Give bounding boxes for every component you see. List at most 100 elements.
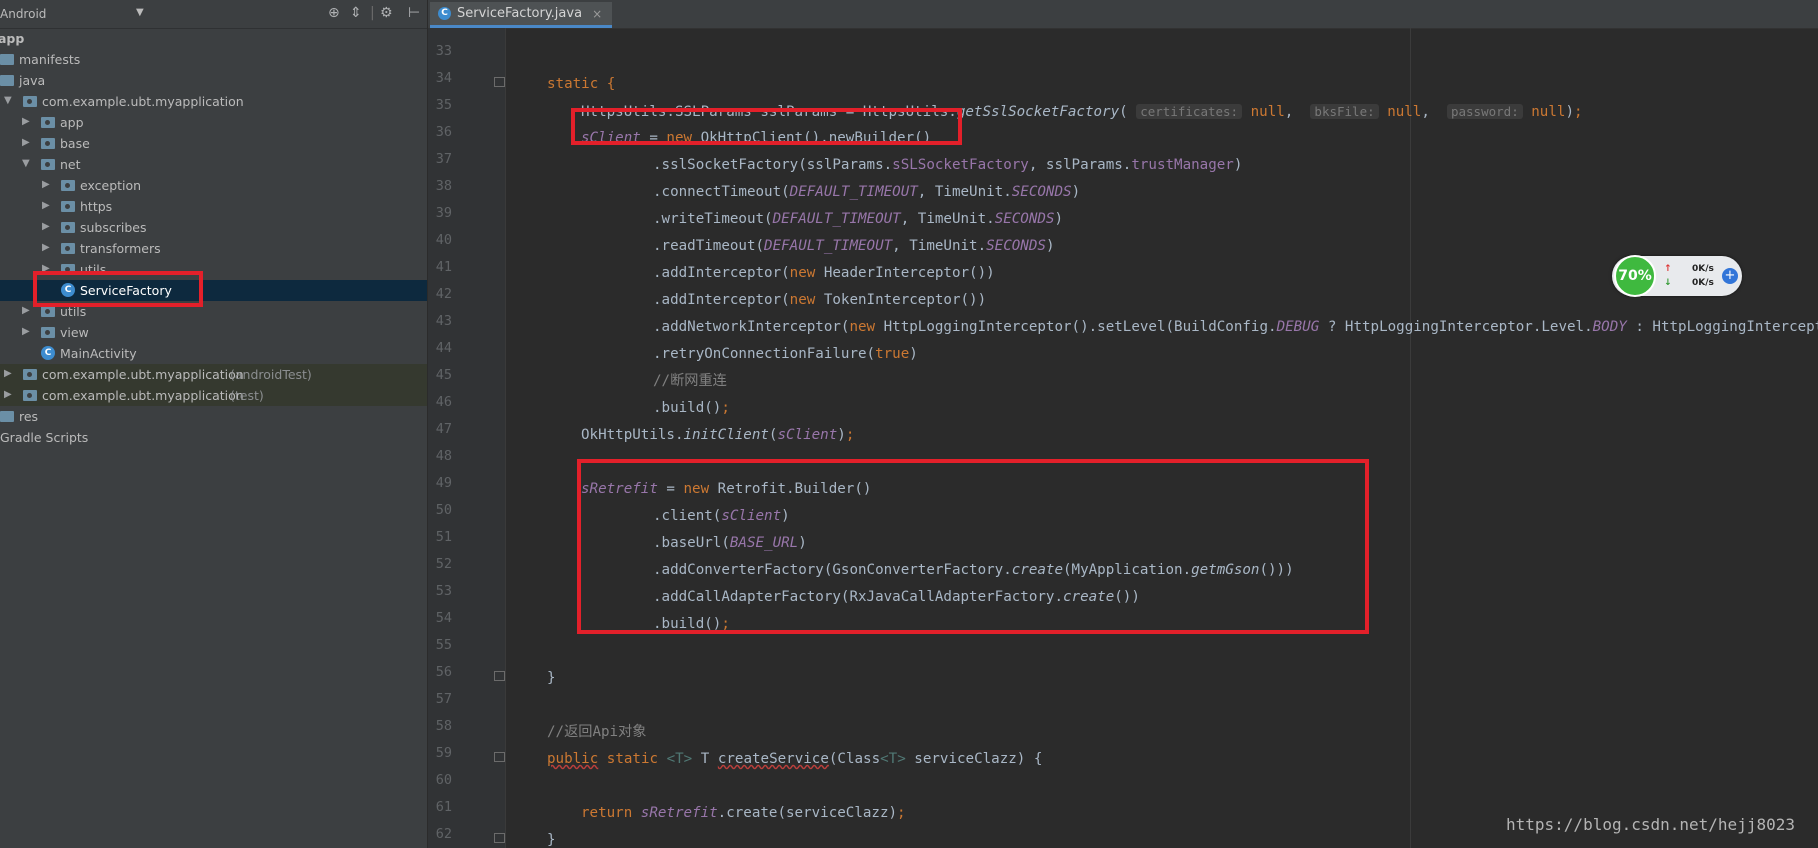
view-mode-selector[interactable]: Android xyxy=(0,7,46,21)
tree-item-transformers[interactable]: ▶ transformers xyxy=(0,238,427,259)
plus-icon[interactable]: + xyxy=(1722,268,1738,284)
tree-item-gradle-scripts[interactable]: Gradle Scripts xyxy=(0,427,427,448)
package-icon xyxy=(23,390,37,401)
code-line-62: } xyxy=(547,832,556,848)
separator: | xyxy=(370,5,375,21)
collapse-arrow-icon[interactable]: ▶ xyxy=(22,137,32,148)
tree-item-label: java xyxy=(19,73,46,88)
tree-item-java[interactable]: java xyxy=(0,70,427,91)
line-number: 42 xyxy=(435,286,452,302)
folder-icon xyxy=(0,75,14,86)
tree-item-label: transformers xyxy=(80,241,161,256)
chevron-down-icon[interactable]: ▼ xyxy=(136,7,144,18)
line-number: 41 xyxy=(435,259,452,275)
tree-item-view[interactable]: ▶ view xyxy=(0,322,427,343)
line-number: 49 xyxy=(435,475,452,491)
line-number: 37 xyxy=(435,151,452,167)
package-icon xyxy=(61,180,75,191)
collapse-arrow-icon[interactable]: ▶ xyxy=(22,305,32,316)
code-line-42: .addInterceptor(new TokenInterceptor()) xyxy=(653,292,987,308)
line-number: 33 xyxy=(435,43,452,59)
cpu-usage-badge: 70% xyxy=(1614,255,1656,297)
highlight-box-servicefactory xyxy=(33,271,203,307)
collapse-arrow-icon[interactable]: ▶ xyxy=(42,242,52,253)
tab-label: ServiceFactory.java xyxy=(457,6,583,21)
collapse-arrow-icon[interactable]: ▶ xyxy=(42,179,52,190)
collapse-all-icon[interactable]: ⇕ xyxy=(350,5,362,21)
tree-item-label: com.example.ubt.myapplication xyxy=(42,367,244,382)
package-icon xyxy=(23,369,37,380)
tree-item-com-example-ubt-myapplication-test[interactable]: ▶ com.example.ubt.myapplication (test) xyxy=(0,385,427,406)
package-icon xyxy=(61,243,75,254)
fold-marker-icon[interactable] xyxy=(494,752,505,762)
gear-icon[interactable]: ⚙ xyxy=(380,5,393,21)
code-line-38: .connectTimeout(DEFAULT_TIMEOUT, TimeUni… xyxy=(653,184,1081,200)
tree-item-app[interactable]: app xyxy=(0,28,427,49)
line-number: 34 xyxy=(435,70,452,86)
tree-item-mainactivity[interactable]: C MainActivity xyxy=(0,343,427,364)
code-line-47: OkHttpUtils.initClient(sClient); xyxy=(581,427,855,443)
fold-marker-icon[interactable] xyxy=(494,833,505,843)
tree-item-https[interactable]: ▶ https xyxy=(0,196,427,217)
close-icon[interactable]: × xyxy=(592,7,602,21)
collapse-arrow-icon[interactable]: ▶ xyxy=(42,221,52,232)
folder-icon xyxy=(0,411,14,422)
tree-item-res[interactable]: res xyxy=(0,406,427,427)
tree-item-subscribes[interactable]: ▶ subscribes xyxy=(0,217,427,238)
line-number: 40 xyxy=(435,232,452,248)
collapse-arrow-icon[interactable]: ▶ xyxy=(42,200,52,211)
hide-panel-icon[interactable]: ⊢ xyxy=(408,5,420,21)
scroll-from-source-icon[interactable]: ⊕ xyxy=(328,5,340,21)
code-line-61: return sRetrefit.create(serviceClazz); xyxy=(581,805,906,821)
upload-rate: 0K/s xyxy=(1692,264,1714,274)
fold-marker-icon[interactable] xyxy=(494,671,505,681)
line-number: 48 xyxy=(435,448,452,464)
tree-item-label: subscribes xyxy=(80,220,147,235)
line-number: 39 xyxy=(435,205,452,221)
collapse-arrow-icon[interactable]: ▶ xyxy=(4,389,14,400)
project-toolbar: Android ▼ ⊕ ⇕ | ⚙ ⊢ xyxy=(0,0,427,29)
line-number: 45 xyxy=(435,367,452,383)
code-line-43: .addNetworkInterceptor(new HttpLoggingIn… xyxy=(653,319,1818,335)
tree-item-app[interactable]: ▶ app xyxy=(0,112,427,133)
code-line-44: .retryOnConnectionFailure(true) xyxy=(653,346,918,362)
code-editor[interactable]: static { HttpsUtils.SSLParams sslParams … xyxy=(505,28,1818,848)
tree-item-exception[interactable]: ▶ exception xyxy=(0,175,427,196)
code-line-46: .build(); xyxy=(653,400,730,416)
line-number: 35 xyxy=(435,97,452,113)
class-icon: C xyxy=(438,7,451,20)
code-line-37: .sslSocketFactory(sslParams.sSLSocketFac… xyxy=(653,157,1243,173)
network-monitor-widget[interactable]: 70% ↑ 0K/s ↓ 0K/s + xyxy=(1612,255,1742,297)
code-line-40: .readTimeout(DEFAULT_TIMEOUT, TimeUnit.S… xyxy=(653,238,1055,254)
tree-item-label: exception xyxy=(80,178,142,193)
tree-item-manifests[interactable]: manifests xyxy=(0,49,427,70)
line-number: 51 xyxy=(435,529,452,545)
expand-arrow-icon[interactable]: ▼ xyxy=(22,158,32,169)
fold-marker-icon[interactable] xyxy=(494,77,505,87)
expand-arrow-icon[interactable]: ▼ xyxy=(4,95,14,106)
tree-item-label: net xyxy=(60,157,81,172)
download-arrow-icon: ↓ xyxy=(1664,278,1672,288)
line-number: 46 xyxy=(435,394,452,410)
tree-item-label: com.example.ubt.myapplication xyxy=(42,94,244,109)
package-icon xyxy=(41,117,55,128)
folder-icon xyxy=(0,54,14,65)
tab-servicefactory[interactable]: C ServiceFactory.java × xyxy=(430,2,613,28)
tree-item-base[interactable]: ▶ base xyxy=(0,133,427,154)
tree-item-label: https xyxy=(80,199,113,214)
tree-item-com-example-ubt-myapplication-androidtest[interactable]: ▶ com.example.ubt.myapplication (androidTe… xyxy=(0,364,427,385)
editor-tab-bar: C ServiceFactory.java × xyxy=(428,0,1818,29)
project-panel: Android ▼ ⊕ ⇕ | ⚙ ⊢ app manifests java ▼ com… xyxy=(0,0,428,848)
package-icon xyxy=(61,201,75,212)
tree-item-label: Gradle Scripts xyxy=(0,430,89,445)
class-icon: C xyxy=(41,346,55,360)
line-number: 57 xyxy=(435,691,452,707)
tree-item-suffix: (test) xyxy=(230,388,264,403)
tree-item-net[interactable]: ▼ net xyxy=(0,154,427,175)
line-number: 61 xyxy=(435,799,452,815)
tree-item-com-example-ubt-myapplication[interactable]: ▼ com.example.ubt.myapplication xyxy=(0,91,427,112)
collapse-arrow-icon[interactable]: ▶ xyxy=(22,326,32,337)
collapse-arrow-icon[interactable]: ▶ xyxy=(22,116,32,127)
tree-item-suffix: (androidTest) xyxy=(230,367,312,382)
collapse-arrow-icon[interactable]: ▶ xyxy=(4,368,14,379)
